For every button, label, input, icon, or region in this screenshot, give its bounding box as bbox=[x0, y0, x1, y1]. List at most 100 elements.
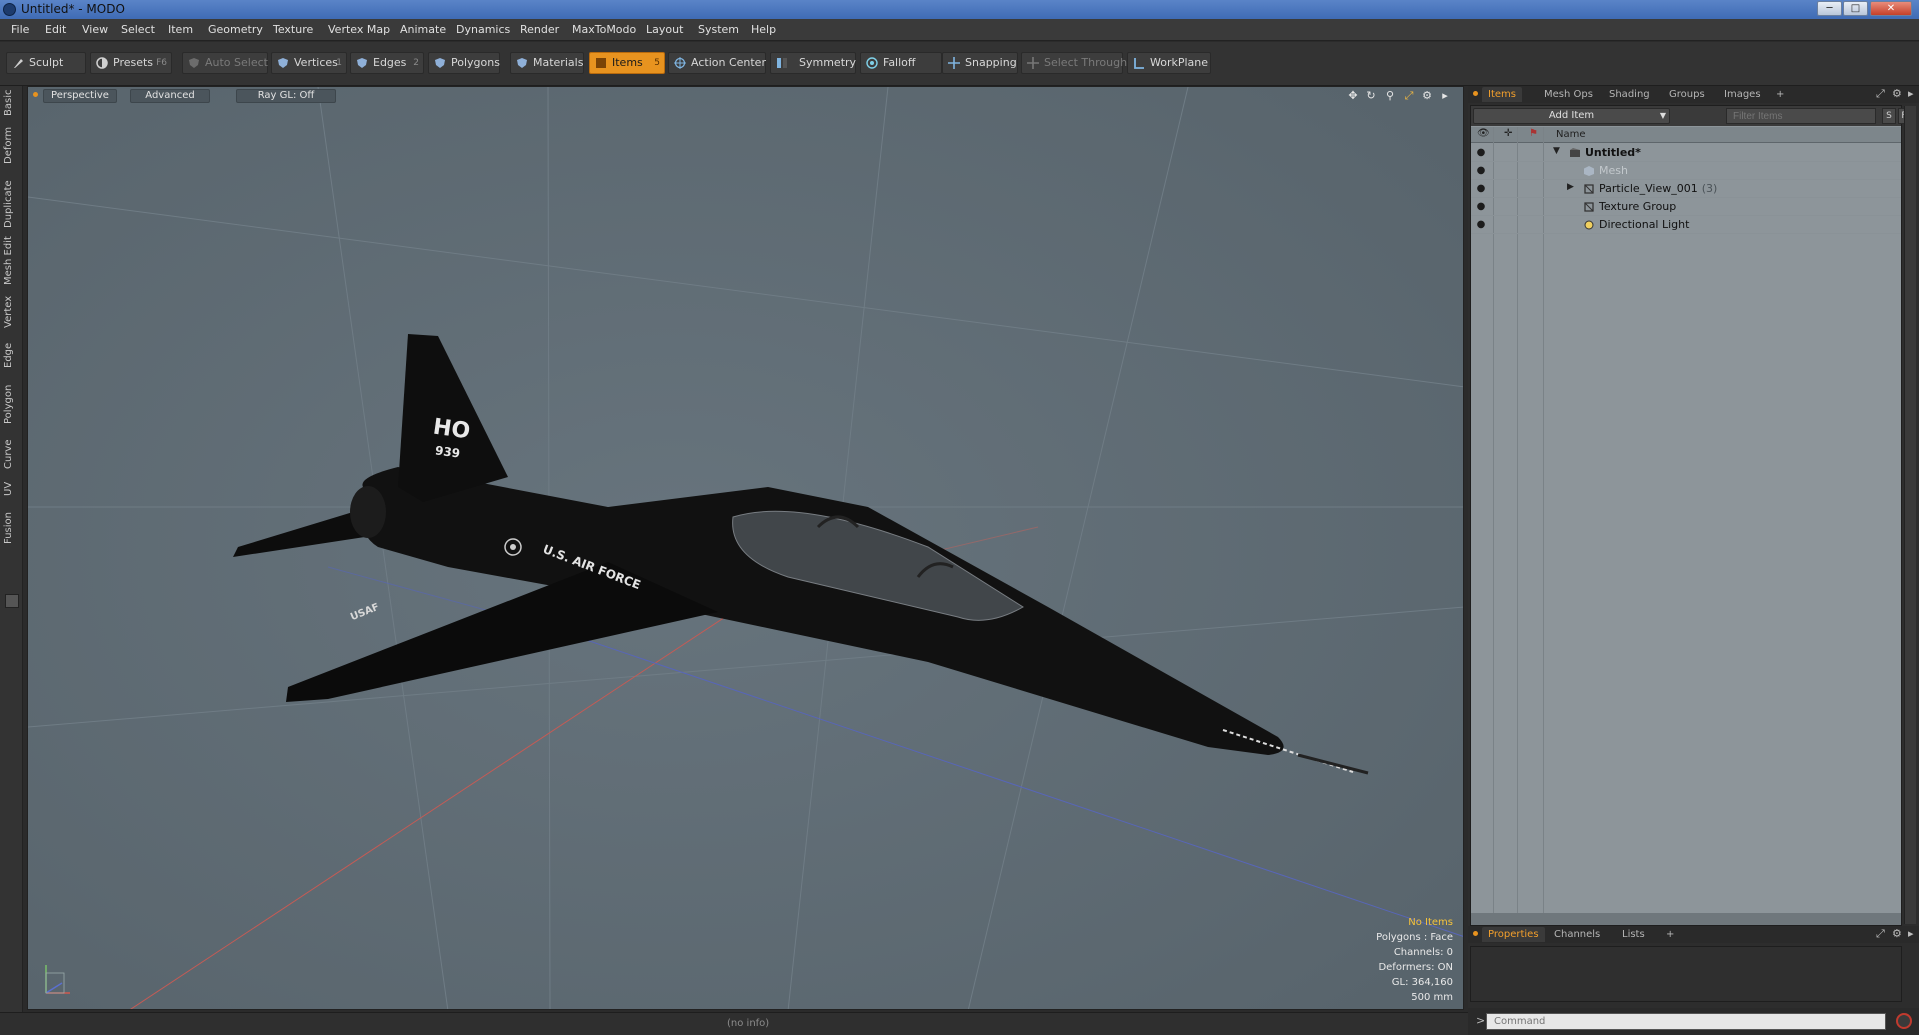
select-through-button[interactable]: Select Through bbox=[1021, 52, 1127, 74]
menu-texture[interactable]: Texture bbox=[273, 23, 313, 36]
tab-uv[interactable]: UV bbox=[3, 480, 19, 498]
menu-file[interactable]: File bbox=[11, 23, 29, 36]
expand-panel-icon[interactable]: ⤢ bbox=[1876, 87, 1885, 101]
shading-mode-dropdown[interactable]: Advanced bbox=[130, 89, 210, 103]
vertices-button[interactable]: Vertices 1 bbox=[271, 52, 347, 74]
visibility-eye-icon[interactable]: ● bbox=[1475, 201, 1487, 213]
expand-panel-icon[interactable]: ⤢ bbox=[1876, 927, 1885, 941]
tab-images[interactable]: Images bbox=[1724, 87, 1761, 102]
move-view-icon[interactable]: ✥ bbox=[1346, 89, 1360, 103]
tab-polygon[interactable]: Polygon bbox=[3, 382, 19, 426]
close-button[interactable]: ✕ bbox=[1870, 1, 1912, 16]
visibility-column-eye-icon[interactable]: 👁 bbox=[1477, 128, 1490, 139]
view-type-dropdown[interactable]: Perspective bbox=[43, 89, 117, 103]
tab-items[interactable]: Items bbox=[1482, 87, 1522, 102]
panel-menu-arrow-icon[interactable]: ▸ bbox=[1908, 87, 1914, 100]
menu-render[interactable]: Render bbox=[520, 23, 559, 36]
add-tab-button[interactable]: + bbox=[1666, 927, 1674, 942]
tab-deform[interactable]: Deform bbox=[3, 126, 19, 164]
filter-s-button[interactable]: S bbox=[1882, 108, 1896, 124]
tab-duplicate[interactable]: Duplicate bbox=[3, 180, 19, 228]
gl-stat: GL: 364,160 bbox=[1391, 977, 1453, 988]
tree-row-directional-light[interactable]: ● Directional Light bbox=[1471, 216, 1901, 234]
fit-view-icon[interactable]: ⤢ bbox=[1402, 89, 1416, 103]
stop-record-icon[interactable] bbox=[1896, 1013, 1912, 1029]
column-divider bbox=[1543, 127, 1544, 924]
tab-vertex[interactable]: Vertex bbox=[3, 294, 19, 330]
tab-mesh-ops[interactable]: Mesh Ops bbox=[1544, 87, 1593, 102]
materials-button[interactable]: Materials bbox=[510, 52, 584, 74]
polygons-button[interactable]: Polygons bbox=[428, 52, 500, 74]
zoom-view-icon[interactable]: ⚲ bbox=[1383, 89, 1397, 103]
minimize-button[interactable]: ─ bbox=[1817, 1, 1842, 16]
item-list-vertical-scrollbar[interactable] bbox=[1904, 106, 1916, 924]
title-bar: Untitled* - MODO ─ □ ✕ bbox=[0, 0, 1919, 19]
tab-fusion[interactable]: Fusion bbox=[3, 510, 19, 546]
tab-groups[interactable]: Groups bbox=[1669, 87, 1705, 102]
tab-collapse-toggle[interactable] bbox=[5, 594, 19, 608]
panel-settings-gear-icon[interactable]: ⚙ bbox=[1892, 87, 1902, 100]
presets-button[interactable]: Presets F6 bbox=[90, 52, 172, 74]
visibility-eye-icon[interactable]: ● bbox=[1475, 147, 1487, 159]
symmetry-button[interactable]: Symmetry bbox=[770, 52, 856, 74]
lock-column-icon[interactable]: ✛ bbox=[1504, 128, 1512, 139]
expand-arrow-icon[interactable]: ▶ bbox=[1567, 182, 1574, 192]
add-item-button[interactable]: Add Item bbox=[1473, 108, 1670, 124]
tab-properties[interactable]: Properties bbox=[1482, 927, 1545, 942]
menu-edit[interactable]: Edit bbox=[45, 23, 66, 36]
tree-row-scene[interactable]: ● ▼ Untitled* bbox=[1471, 144, 1901, 162]
menu-geometry[interactable]: Geometry bbox=[208, 23, 263, 36]
visibility-eye-icon[interactable]: ● bbox=[1475, 183, 1487, 195]
tab-lists[interactable]: Lists bbox=[1622, 927, 1645, 942]
menu-dynamics[interactable]: Dynamics bbox=[456, 23, 510, 36]
auto-select-button[interactable]: Auto Select bbox=[182, 52, 268, 74]
window-title: Untitled* - MODO bbox=[21, 2, 125, 16]
menu-select[interactable]: Select bbox=[121, 23, 155, 36]
command-input[interactable] bbox=[1486, 1013, 1886, 1030]
filter-items-input[interactable] bbox=[1726, 108, 1876, 124]
maximize-button[interactable]: □ bbox=[1843, 1, 1868, 16]
viewport-settings-gear-icon[interactable]: ⚙ bbox=[1420, 89, 1434, 103]
panel-settings-gear-icon[interactable]: ⚙ bbox=[1892, 927, 1902, 940]
visibility-eye-icon[interactable]: ● bbox=[1475, 165, 1487, 177]
add-item-dropdown-arrow-icon[interactable]: ▼ bbox=[1657, 109, 1669, 123]
tab-basic[interactable]: Basic bbox=[3, 88, 19, 118]
add-tab-button[interactable]: + bbox=[1776, 87, 1784, 102]
render-column-icon[interactable]: ⚑ bbox=[1529, 128, 1538, 139]
menu-layout[interactable]: Layout bbox=[646, 23, 683, 36]
menu-item[interactable]: Item bbox=[168, 23, 193, 36]
panel-menu-arrow-icon[interactable]: ▸ bbox=[1908, 927, 1914, 940]
item-list-horizontal-scrollbar[interactable] bbox=[1471, 913, 1901, 925]
items-mode-button[interactable]: Items 5 bbox=[589, 52, 665, 74]
menu-vertex-map[interactable]: Vertex Map bbox=[328, 23, 390, 36]
menu-maxtomodo[interactable]: MaxToModo bbox=[572, 23, 636, 36]
tree-row-particle-view[interactable]: ● ▶ Particle_View_001 (3) bbox=[1471, 180, 1901, 198]
tab-edge[interactable]: Edge bbox=[3, 340, 19, 370]
edges-button[interactable]: Edges 2 bbox=[350, 52, 424, 74]
menu-view[interactable]: View bbox=[82, 23, 108, 36]
tree-row-texture-group[interactable]: ● Texture Group bbox=[1471, 198, 1901, 216]
menu-help[interactable]: Help bbox=[751, 23, 776, 36]
tab-channels[interactable]: Channels bbox=[1554, 927, 1600, 942]
tab-shading[interactable]: Shading bbox=[1609, 87, 1650, 102]
raygl-toggle[interactable]: Ray GL: Off bbox=[236, 89, 336, 103]
tab-mesh-edit[interactable]: Mesh Edit bbox=[3, 236, 19, 286]
sculpt-button[interactable]: Sculpt bbox=[6, 52, 86, 74]
snapping-label: Snapping bbox=[965, 56, 1017, 69]
3d-viewport[interactable]: HO 939 U.S. AIR FORCE USAF Perspective A… bbox=[27, 86, 1464, 1010]
falloff-button[interactable]: Falloff bbox=[860, 52, 942, 74]
action-center-button[interactable]: Action Center bbox=[668, 52, 766, 74]
collapse-arrow-icon[interactable]: ▼ bbox=[1553, 146, 1560, 156]
name-column-header[interactable]: Name bbox=[1556, 129, 1586, 140]
items-panel-tabs: Items Mesh Ops Shading Groups Images + ⤢… bbox=[1468, 86, 1919, 103]
tab-curve[interactable]: Curve bbox=[3, 438, 19, 470]
visibility-eye-icon[interactable]: ● bbox=[1475, 219, 1487, 231]
menu-system[interactable]: System bbox=[698, 23, 739, 36]
viewport-menu-arrow-icon[interactable]: ▸ bbox=[1438, 89, 1452, 103]
tree-row-mesh[interactable]: ● Mesh bbox=[1471, 162, 1901, 180]
properties-panel bbox=[1470, 946, 1902, 1002]
workplane-button[interactable]: WorkPlane bbox=[1127, 52, 1211, 74]
snapping-button[interactable]: Snapping bbox=[942, 52, 1018, 74]
menu-animate[interactable]: Animate bbox=[400, 23, 446, 36]
rotate-view-icon[interactable]: ↻ bbox=[1364, 89, 1378, 103]
